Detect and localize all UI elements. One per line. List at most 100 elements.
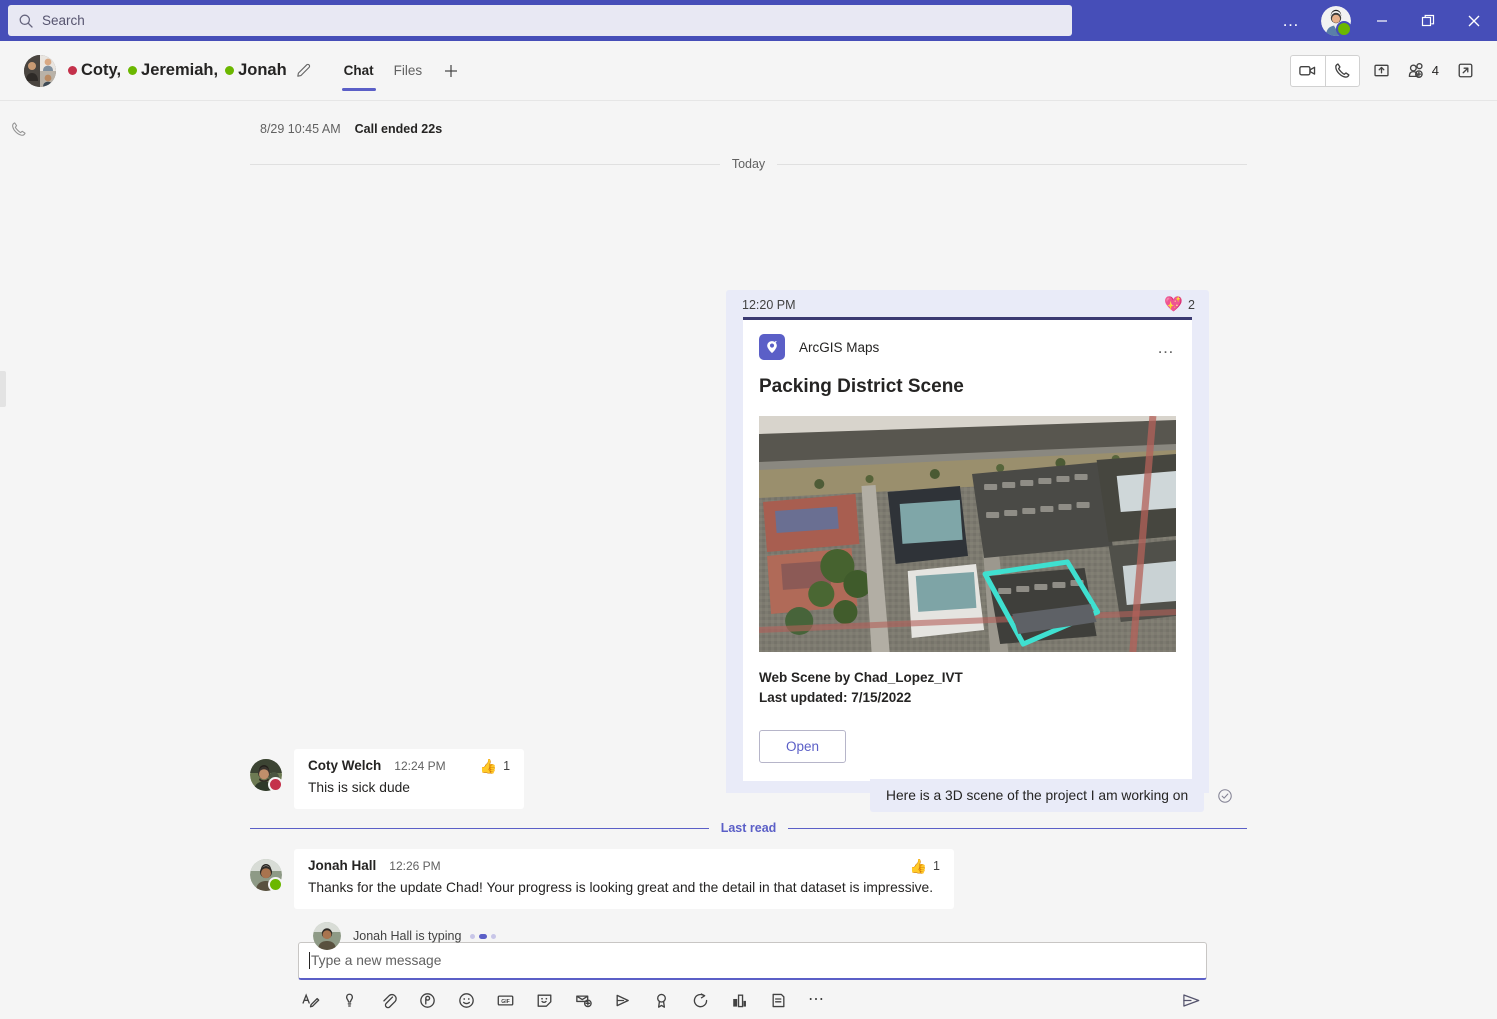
divider-line-left [250, 164, 720, 165]
typing-avatar [313, 922, 341, 950]
presence-badge-jonah [268, 877, 283, 892]
send-icon [1181, 991, 1202, 1010]
chat-header: Coty, Jeremiah, Jonah Chat Files [0, 41, 1497, 101]
audio-call-icon [1333, 61, 1352, 80]
thumbsup-icon: 👍 [480, 759, 497, 773]
add-people-button[interactable]: 4 [1404, 56, 1443, 86]
polls-icon[interactable] [729, 990, 749, 1010]
schedule-meeting-icon[interactable] [573, 990, 593, 1010]
panel-edge-handle[interactable] [0, 371, 6, 407]
share-screen-button[interactable] [1366, 56, 1398, 86]
last-read-line-left [250, 828, 709, 829]
pencil-icon[interactable] [295, 62, 312, 79]
message-row-jonah: Jonah Hall 12:26 PM 👍 1 Thanks for the u… [0, 849, 1497, 909]
participant-name-jeremiah: Jeremiah, [141, 61, 218, 80]
tab-chat[interactable]: Chat [334, 41, 384, 101]
reaction-count: 1 [503, 759, 510, 773]
sticker-icon[interactable] [534, 990, 554, 1010]
giphy-icon[interactable]: GIF [495, 990, 515, 1010]
emoji-icon[interactable] [456, 990, 476, 1010]
close-button[interactable] [1451, 0, 1497, 41]
tab-files-label: Files [394, 63, 423, 78]
set-delivery-options-icon[interactable] [339, 990, 359, 1010]
search-bar[interactable] [8, 5, 1072, 36]
typing-indicator: Jonah Hall is typing [313, 922, 496, 950]
reaction-thumbsup-jonah[interactable]: 👍 1 [910, 859, 940, 873]
send-button[interactable] [1180, 990, 1202, 1010]
presence-badge-available [1336, 21, 1352, 37]
card-author-line: Web Scene by Chad_Lopez_IVT [759, 668, 1176, 688]
avatar-coty[interactable] [250, 759, 282, 791]
video-call-icon [1298, 61, 1317, 80]
popout-button[interactable] [1449, 56, 1481, 86]
reaction-count: 1 [933, 859, 940, 873]
card-updated-line: Last updated: 7/15/2022 [759, 688, 1176, 708]
reaction-heart[interactable]: 💖 2 [1164, 297, 1195, 312]
plus-icon [442, 62, 460, 80]
compose-toolbar: GIF [300, 990, 827, 1010]
call-buttons-group [1290, 55, 1360, 87]
share-screen-icon [1372, 61, 1391, 80]
arcgis-card[interactable]: ArcGIS Maps … Packing District Scene [743, 317, 1192, 781]
card-outer: 12:20 PM 💖 2 ArcGIS Maps [726, 290, 1209, 793]
video-call-button[interactable] [1291, 56, 1325, 86]
search-icon [18, 13, 34, 29]
message-header-coty: Coty Welch 12:24 PM 👍 1 [308, 758, 510, 773]
avatar[interactable] [1321, 6, 1351, 36]
tab-files[interactable]: Files [384, 41, 433, 101]
audio-call-button[interactable] [1325, 56, 1359, 86]
participant-name-coty: Coty, [81, 61, 121, 80]
call-ended-entry: 8/29 10:45 AM Call ended 22s [0, 101, 1497, 143]
search-input[interactable] [42, 13, 1062, 28]
popout-icon [1456, 61, 1475, 80]
card-timestamp: 12:20 PM [742, 298, 796, 312]
last-read-label: Last read [721, 821, 777, 835]
settings-more-button[interactable]: … [1272, 12, 1311, 29]
card-title: Packing District Scene [759, 376, 1176, 398]
typing-text: Jonah Hall is typing [353, 929, 461, 943]
open-button[interactable]: Open [759, 730, 846, 763]
heart-icon: 💖 [1164, 297, 1183, 312]
avatar-jonah[interactable] [250, 859, 282, 891]
add-tab-button[interactable] [432, 62, 470, 80]
presence-dot-jeremiah [128, 66, 137, 75]
loop-components-icon[interactable] [417, 990, 437, 1010]
format-icon[interactable] [300, 990, 320, 1010]
map-thumbnail-image [759, 416, 1176, 652]
message-bubble-coty[interactable]: Coty Welch 12:24 PM 👍 1 This is sick dud… [294, 749, 524, 809]
title-bar: … [0, 0, 1497, 41]
compose-area: Jonah Hall is typing [0, 920, 1497, 1019]
typing-dots-icon [470, 934, 496, 939]
sent-check-icon [1217, 788, 1233, 804]
card-meta-row: 12:20 PM 💖 2 [726, 290, 1209, 317]
card-app-row: ArcGIS Maps … [759, 334, 1176, 360]
approvals-icon[interactable] [690, 990, 710, 1010]
tasks-icon[interactable] [768, 990, 788, 1010]
attach-file-icon[interactable] [378, 990, 398, 1010]
reaction-thumbsup-coty[interactable]: 👍 1 [480, 759, 510, 773]
window-controls-group: … [1272, 0, 1497, 41]
chat-tabs: Chat Files [334, 41, 471, 101]
restore-button[interactable] [1405, 0, 1451, 41]
message-text: Thanks for the update Chad! Your progres… [308, 878, 940, 897]
last-read-divider: Last read [250, 821, 1247, 835]
praise-icon[interactable] [651, 990, 671, 1010]
message-input[interactable] [311, 953, 1196, 968]
own-message-bubble[interactable]: Here is a 3D scene of the project I am w… [870, 779, 1204, 812]
chat-title: Coty, Jeremiah, Jonah [68, 61, 312, 80]
conversation-area[interactable]: 8/29 10:45 AM Call ended 22s Today 12:20… [0, 101, 1497, 920]
stream-video-icon[interactable] [612, 990, 632, 1010]
minimize-button[interactable] [1359, 0, 1405, 41]
more-options-icon[interactable]: ⋯ [807, 990, 827, 1010]
own-message-row: Here is a 3D scene of the project I am w… [870, 779, 1233, 812]
participant-name-jonah: Jonah [238, 61, 287, 80]
typing-avatar-image [313, 922, 341, 950]
divider-line-right [777, 164, 1247, 165]
map-thumbnail[interactable] [759, 416, 1176, 652]
card-more-button[interactable]: … [1157, 339, 1176, 356]
message-author: Coty Welch [308, 758, 381, 773]
arcgis-card-message: 12:20 PM 💖 2 ArcGIS Maps [726, 290, 1209, 793]
message-bubble-jonah[interactable]: Jonah Hall 12:26 PM 👍 1 Thanks for the u… [294, 849, 954, 909]
group-avatar[interactable] [24, 55, 56, 87]
reaction-heart-count: 2 [1188, 298, 1195, 312]
